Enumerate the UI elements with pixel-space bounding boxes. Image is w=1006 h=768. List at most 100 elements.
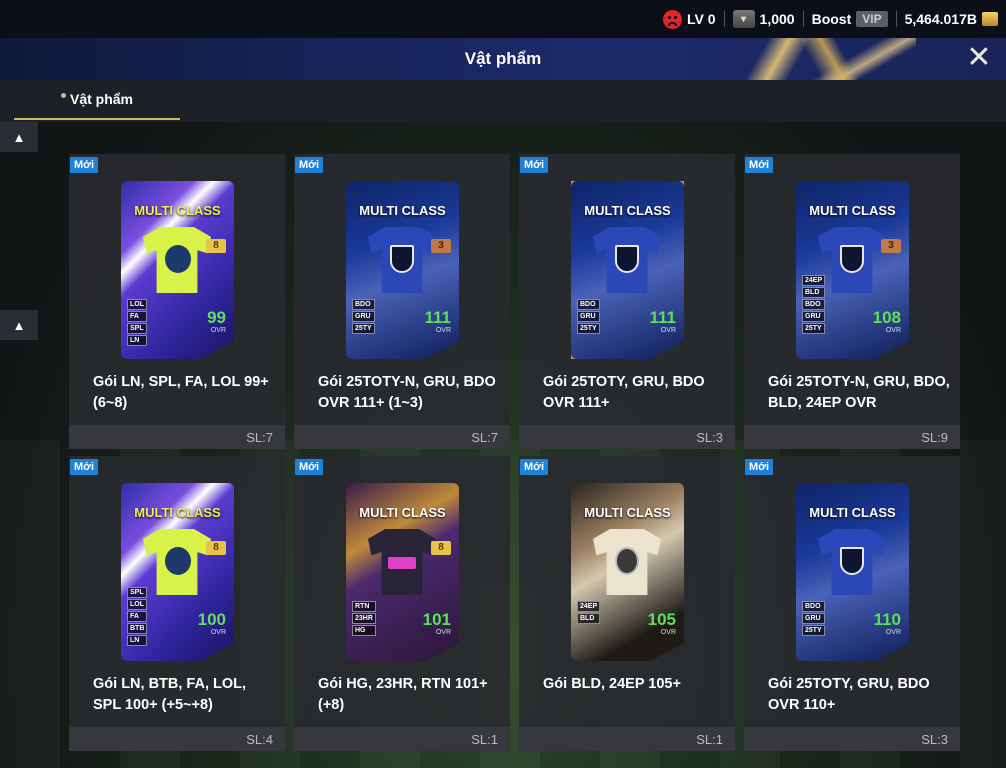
season-tag: 24EP: [802, 275, 826, 286]
pack-image: MULTI CLASS 8 RTN 23HR HG 101 OVR: [294, 456, 510, 668]
season-tag: GRU: [577, 311, 600, 322]
item-quantity: SL:3: [519, 425, 735, 449]
upgrade-level-badge: 3: [881, 239, 901, 253]
season-tag: RTN: [352, 601, 376, 612]
item-quantity: SL:4: [69, 727, 285, 751]
new-badge: Mới: [70, 157, 99, 173]
season-tag: FA: [127, 311, 147, 322]
coin-icon: ▾: [732, 10, 755, 28]
new-badge: Mới: [70, 459, 99, 475]
ovr-label: OVR: [210, 327, 226, 334]
scroll-up-button[interactable]: ▲: [0, 122, 38, 152]
pack-card: MULTI CLASS BDO GRU 25TY 111 OVR: [571, 181, 684, 359]
season-tag: BDO: [802, 299, 826, 310]
pack-title: MULTI CLASS: [584, 203, 671, 218]
ovr-value: 108: [872, 308, 901, 327]
season-tag: SPL: [127, 323, 147, 334]
item-quantity: SL:3: [744, 727, 960, 751]
pack-image: MULTI CLASS 24EP BLD 105 OVR: [519, 456, 735, 668]
scroll-up-button-row2[interactable]: ▲: [0, 310, 38, 340]
ovr-value: 111: [424, 308, 452, 327]
item-name: Gói 25TOTY-N, GRU, BDO, BLD, 24EP OVR: [768, 374, 950, 411]
ovr-rating: 101 OVR: [422, 610, 451, 637]
upgrade-level-badge: 8: [206, 239, 226, 253]
pack-title: MULTI CLASS: [809, 203, 896, 218]
pack-card: MULTI CLASS 8 RTN 23HR HG 101 OVR: [346, 483, 459, 661]
season-tags: BDO GRU 25TY: [577, 299, 600, 334]
season-tag: GRU: [802, 311, 826, 322]
upgrade-level-badge: 8: [206, 541, 226, 555]
tab-label: Vật phẩm: [69, 91, 133, 107]
ovr-label: OVR: [885, 629, 901, 636]
season-tag: FA: [127, 611, 148, 622]
season-tags: BDO GRU 25TY: [802, 601, 825, 636]
season-tag: LN: [127, 635, 148, 646]
bp-coin-icon: [982, 12, 998, 26]
ovr-label: OVR: [210, 629, 226, 636]
ovr-value: 105: [647, 610, 676, 629]
crest-icon: [165, 547, 191, 575]
pack-title: MULTI CLASS: [134, 505, 221, 520]
season-tag: 24EP: [577, 601, 601, 612]
item-card[interactable]: MULTI CLASS 8 RTN 23HR HG 101 OVR Mới Gó…: [294, 456, 510, 751]
ovr-rating: 110 OVR: [873, 610, 901, 637]
ovr-label: OVR: [435, 629, 451, 636]
item-name: Gói 25TOTY, GRU, BDO OVR 111+: [543, 374, 705, 411]
vip-badge: VIP: [856, 11, 888, 27]
bp-indicator: 5,464.017B: [905, 11, 998, 27]
close-icon[interactable]: ✕: [966, 43, 992, 73]
item-quantity: SL:7: [69, 425, 285, 449]
item-quantity: SL:1: [519, 727, 735, 751]
crest-icon: [165, 245, 191, 273]
item-quantity: SL:1: [294, 727, 510, 751]
pack-card: MULTI CLASS 3 24EP BLD BDO GRU 25TY 108 …: [796, 181, 909, 359]
season-tag: 25TY: [802, 625, 825, 636]
coins-text: 1,000: [759, 11, 795, 27]
item-card[interactable]: MULTI CLASS 3 BDO GRU 25TY 111 OVR Mới G…: [294, 154, 510, 449]
pack-title: MULTI CLASS: [359, 505, 446, 520]
season-tag: LOL: [127, 299, 147, 310]
ovr-rating: 108 OVR: [872, 308, 901, 335]
boost-text: Boost: [811, 11, 852, 27]
season-tags: RTN 23HR HG: [352, 601, 376, 636]
season-tag: 25TY: [577, 323, 600, 334]
ovr-value: 110: [873, 610, 901, 629]
boost-indicator[interactable]: Boost VIP: [812, 11, 888, 27]
season-tags: BDO GRU 25TY: [352, 299, 375, 334]
new-badge: Mới: [520, 157, 549, 173]
season-tag: GRU: [802, 613, 825, 624]
page-title: Vật phẩm: [464, 49, 542, 68]
item-name: Gói LN, SPL, FA, LOL 99+ (6~8): [93, 374, 269, 411]
season-tags: LOL FA SPL LN: [127, 299, 147, 346]
ovr-rating: 105 OVR: [647, 610, 676, 637]
item-card[interactable]: MULTI CLASS 8 SPL LOL FA BTB LN 100 OVR …: [69, 456, 285, 751]
season-tag: GRU: [352, 311, 375, 322]
ovr-label: OVR: [660, 327, 676, 334]
new-badge: Mới: [745, 157, 774, 173]
item-card[interactable]: MULTI CLASS 24EP BLD 105 OVR Mới Gói BLD…: [519, 456, 735, 751]
tab-strip: Vật phẩm: [0, 80, 1006, 122]
crest-icon: [390, 245, 414, 273]
item-quantity: SL:7: [294, 425, 510, 449]
ovr-rating: 99 OVR: [207, 309, 226, 335]
item-card[interactable]: MULTI CLASS BDO GRU 25TY 110 OVR Mới Gói…: [744, 456, 960, 751]
item-card[interactable]: MULTI CLASS 3 24EP BLD BDO GRU 25TY 108 …: [744, 154, 960, 449]
crest-icon: [840, 547, 864, 575]
crest-icon: [840, 245, 864, 273]
pack-title: MULTI CLASS: [134, 203, 221, 218]
season-tags: SPL LOL FA BTB LN: [127, 587, 148, 646]
season-tag: SPL: [127, 587, 148, 598]
new-badge: Mới: [745, 459, 774, 475]
new-badge: Mới: [295, 157, 324, 173]
crest-icon: [388, 557, 416, 569]
divider: [895, 11, 897, 27]
item-card[interactable]: MULTI CLASS BDO GRU 25TY 111 OVR Mới Gói…: [519, 154, 735, 449]
item-card[interactable]: MULTI CLASS 8 LOL FA SPL LN 99 OVR Mới G…: [69, 154, 285, 449]
tab-items[interactable]: Vật phẩm: [14, 80, 180, 120]
item-grid: MULTI CLASS 8 LOL FA SPL LN 99 OVR Mới G…: [69, 154, 961, 751]
pack-title: MULTI CLASS: [809, 505, 896, 520]
new-badge: Mới: [295, 459, 324, 475]
season-tag: BLD: [802, 287, 826, 298]
ovr-value: 101: [422, 610, 451, 629]
coins-indicator: ▾ 1,000: [732, 10, 795, 28]
